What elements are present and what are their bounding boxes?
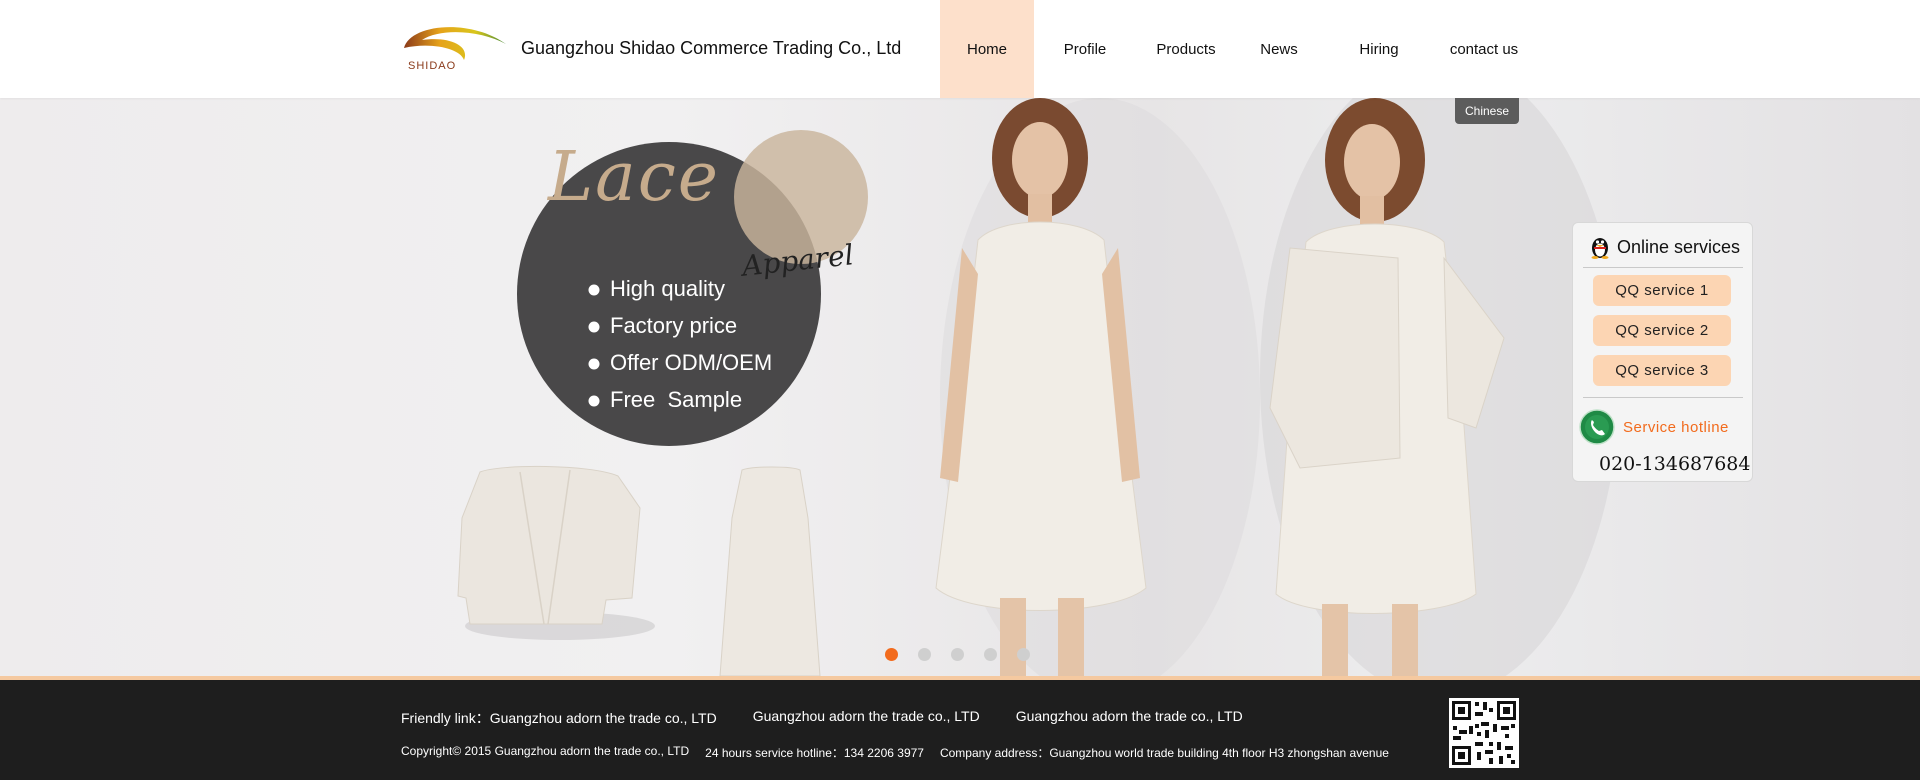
feature-item: Free Sample xyxy=(610,387,743,412)
friendly-link-1[interactable]: Guangzhou adorn the trade co., LTD xyxy=(490,710,717,726)
feature-item: Offer ODM/OEM xyxy=(610,350,773,375)
online-services-title: Online services xyxy=(1617,236,1741,257)
slider-dot-2[interactable] xyxy=(918,648,931,661)
site-footer xyxy=(0,676,1920,780)
company-address-text: Company address：Guangzhou world trade bu… xyxy=(939,746,1389,760)
service-hotline-text: 24 hours service hotline：134 2206 3977 xyxy=(705,746,924,760)
copyright-text: Copyright© 2015 Guangzhou adorn the trad… xyxy=(401,744,690,758)
phone-icon xyxy=(1579,409,1615,445)
friendly-link-3[interactable]: Guangzhou adorn the trade co., LTD xyxy=(1016,708,1243,728)
nav-contact-label: contact us xyxy=(1449,40,1519,58)
friendly-link-2[interactable]: Guangzhou adorn the trade co., LTD xyxy=(753,708,980,728)
nav-home[interactable]: Home xyxy=(940,0,1034,98)
qq-service-2-button[interactable]: QQ service 2 xyxy=(1593,315,1731,346)
friendly-links: Friendly link：Guangzhou adorn the trade … xyxy=(401,708,1243,728)
service-hotline-row: Service hotline xyxy=(1579,409,1729,445)
service-hotline-label: Service hotline xyxy=(1623,418,1729,436)
footer-info: Copyright© 2015 Guangzhou adorn the trad… xyxy=(401,744,1389,761)
footer-accent-stripe xyxy=(0,676,1920,680)
friendly-link-group: Friendly link：Guangzhou adorn the trade … xyxy=(401,708,717,728)
nav-hiring-label: Hiring xyxy=(1359,40,1399,58)
site-header: SHIDAO Guangzhou Shidao Commerce Trading… xyxy=(0,0,1920,98)
slider-dot-5[interactable] xyxy=(1017,648,1030,661)
slider-dot-3[interactable] xyxy=(951,648,964,661)
slider-dot-4[interactable] xyxy=(984,648,997,661)
nav-profile-label: Profile xyxy=(1063,40,1107,58)
logo-text: SHIDAO xyxy=(408,60,457,72)
feature-item: Factory price xyxy=(610,313,738,338)
nav-products[interactable]: Products xyxy=(1136,0,1236,98)
divider xyxy=(1583,397,1743,398)
qr-code-icon xyxy=(1449,698,1519,768)
friendly-links-label: Friendly link： xyxy=(401,710,490,726)
feature-item: High quality xyxy=(610,276,725,301)
nav-news[interactable]: News xyxy=(1236,0,1322,98)
divider xyxy=(1583,267,1743,268)
promo-headline: Lace xyxy=(548,138,721,217)
small-dress-image xyxy=(719,466,821,676)
nav-products-label: Products xyxy=(1156,40,1216,58)
nav-profile[interactable]: Profile xyxy=(1034,0,1136,98)
online-services-header: Online services xyxy=(1589,235,1740,259)
qr-code-image xyxy=(1449,698,1519,768)
online-services-panel: Online services QQ service 1 QQ service … xyxy=(1572,222,1753,482)
main-nav: Home Profile Products News Hiring contac… xyxy=(940,0,1532,98)
nav-news-label: News xyxy=(1260,40,1298,58)
slider-pagination xyxy=(885,648,1030,661)
nav-hiring[interactable]: Hiring xyxy=(1322,0,1436,98)
qq-service-1-button[interactable]: QQ service 1 xyxy=(1593,275,1731,306)
company-name: Guangzhou Shidao Commerce Trading Co., L… xyxy=(521,38,902,58)
slider-dot-1[interactable] xyxy=(885,648,898,661)
nav-contact[interactable]: contact us xyxy=(1436,0,1532,98)
nav-home-label: Home xyxy=(966,40,1007,58)
company-logo[interactable]: SHIDAO xyxy=(400,20,510,78)
service-hotline-number: 020-134687684 xyxy=(1599,453,1751,475)
cardigan-image xyxy=(457,465,655,640)
language-toggle-button[interactable]: Chinese xyxy=(1455,98,1519,124)
qq-service-3-button[interactable]: QQ service 3 xyxy=(1593,355,1731,386)
qq-penguin-icon xyxy=(1591,238,1609,259)
